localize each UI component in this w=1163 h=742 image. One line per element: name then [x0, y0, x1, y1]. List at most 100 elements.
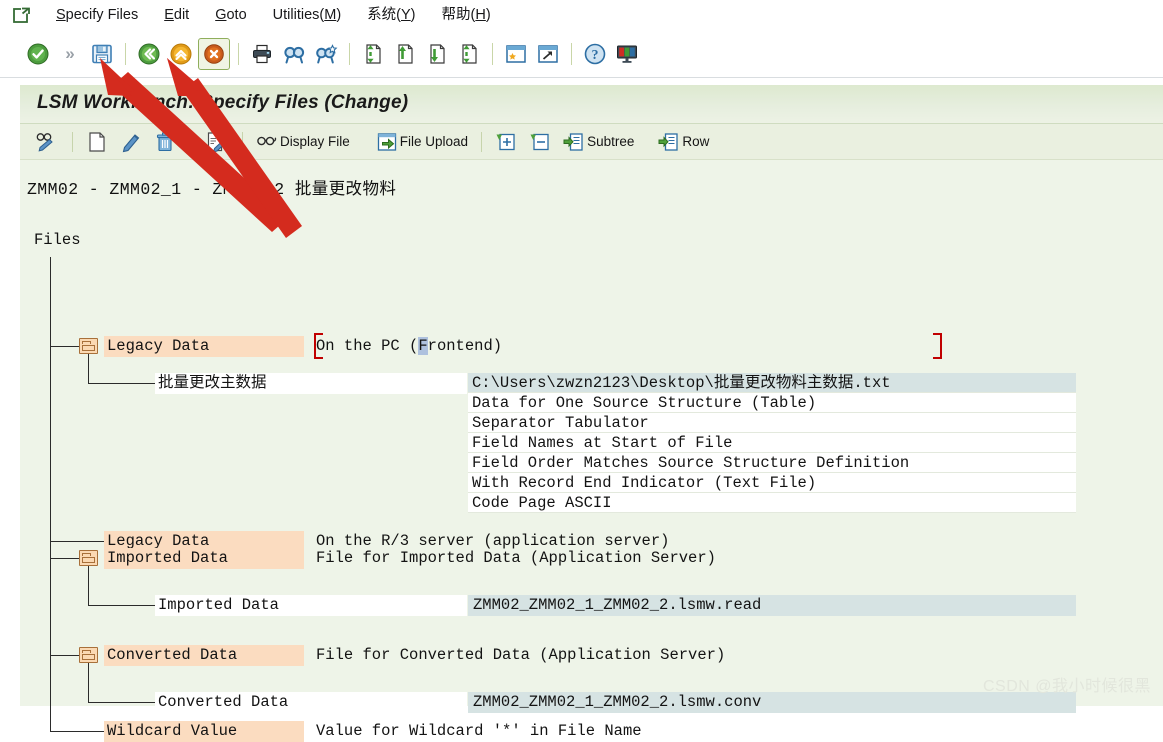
expand-all-button[interactable] — [492, 128, 522, 156]
file-upload-label: File Upload — [399, 134, 469, 149]
menu-item-goto-label: oto — [226, 7, 247, 23]
create-shortcut-icon[interactable] — [533, 39, 563, 69]
toolbar-divider — [125, 43, 126, 65]
tree-branch-line — [50, 346, 80, 347]
display-change-button[interactable] — [32, 128, 62, 156]
tree-child-line — [88, 566, 89, 606]
page-title: LSM Workbench: Specify Files (Change) — [37, 92, 409, 113]
tree-node-legacy-data-file-label[interactable]: 批量更改主数据 — [155, 373, 467, 394]
toolbar-divider — [492, 43, 493, 65]
toolbar-divider — [349, 43, 350, 65]
last-page-icon[interactable] — [454, 39, 484, 69]
desc-after-cursor: rontend) — [427, 337, 503, 355]
detail-row[interactable]: Separator Tabulator — [468, 413, 1076, 433]
expand-plus-icon — [495, 131, 517, 153]
tree-node-converted-data-label[interactable]: Converted Data — [104, 645, 304, 666]
sap-exit-icon[interactable] — [11, 5, 33, 27]
tree-branch-line — [50, 655, 80, 656]
collapse-all-button[interactable] — [526, 128, 556, 156]
detail-row-file-path[interactable]: C:\Users\zwzn2123\Desktop\批量更改物料主数据.txt — [468, 373, 1076, 393]
tree-node-legacy-data-frontend-description: On the PC (Frontend) — [316, 336, 502, 357]
menu-item-edit-label: dit — [173, 7, 190, 23]
menu-item-goto[interactable]: Goto — [202, 0, 259, 31]
create-session-icon[interactable] — [501, 39, 531, 69]
display-file-button[interactable]: Display File — [253, 128, 353, 156]
tree-node-imported-data-label[interactable]: Imported Data — [104, 548, 304, 569]
new-entry-button[interactable] — [83, 128, 113, 156]
tree-child-line — [88, 354, 89, 384]
desc-before-cursor: On the PC ( — [316, 337, 419, 355]
subtree-icon — [563, 131, 585, 153]
file-upload-button[interactable]: File Upload — [373, 128, 471, 156]
tree-child-line — [88, 605, 156, 606]
folder-icon[interactable] — [79, 550, 98, 566]
more-chevron-icon[interactable]: » — [55, 39, 85, 69]
cancel-icon[interactable] — [198, 38, 230, 70]
previous-page-icon[interactable] — [390, 39, 420, 69]
menu-item-edit[interactable]: Edit — [151, 0, 202, 31]
menu-item-system[interactable]: 系统(Y) — [354, 0, 428, 31]
print-icon[interactable] — [247, 39, 277, 69]
tree-child-line — [88, 702, 156, 703]
tree-node-converted-data-file-label[interactable]: Converted Data — [155, 692, 467, 713]
tree-node-converted-data-description: File for Converted Data (Application Ser… — [316, 646, 726, 664]
menu-item-help[interactable]: 帮助(H) — [429, 0, 504, 31]
next-page-icon[interactable] — [422, 39, 452, 69]
main-panel: LSM Workbench: Specify Files (Change) Di… — [20, 85, 1163, 742]
detail-row[interactable]: Field Order Matches Source Structure Def… — [468, 453, 1076, 473]
toolbar-divider — [571, 43, 572, 65]
tree-node-legacy-data-frontend-label[interactable]: Legacy Data — [104, 336, 304, 357]
folder-icon[interactable] — [79, 338, 98, 354]
exit-up-icon[interactable] — [166, 39, 196, 69]
upload-icon — [376, 131, 398, 153]
collapse-minus-icon — [529, 131, 551, 153]
detail-row[interactable]: Code Page ASCII — [468, 493, 1076, 513]
tree-node-wildcard-value-label[interactable]: Wildcard Value — [104, 721, 304, 742]
display-file-label: Display File — [280, 134, 350, 149]
watermark: CSDN @我小时候很黑 — [982, 678, 1151, 695]
app-toolbar-divider — [242, 131, 243, 152]
app-toolbar-divider — [191, 131, 192, 152]
imported-data-file-value[interactable]: ZMM02_ZMM02_1_ZMM02_2.lsmw.read — [468, 595, 1076, 616]
customize-layout-icon[interactable] — [612, 39, 642, 69]
edit-document-button[interactable] — [202, 128, 232, 156]
new-document-icon — [86, 131, 108, 153]
subtree-button[interactable]: Subtree — [560, 128, 637, 156]
menu-accel: S — [56, 7, 66, 23]
glasses-pencil-icon — [35, 131, 57, 153]
back-icon[interactable] — [134, 39, 164, 69]
tree-node-imported-data-file-label[interactable]: Imported Data — [155, 595, 467, 616]
row-label: Row — [682, 134, 710, 149]
content-area: ZMM02 - ZMM02_1 - ZMM02_2 批量更改物料 Files L… — [20, 160, 1163, 742]
row-button[interactable]: Row — [655, 128, 712, 156]
toolbar-divider — [238, 43, 239, 65]
detail-row[interactable]: With Record End Indicator (Text File) — [468, 473, 1076, 493]
menu-accel: G — [215, 7, 227, 23]
detail-row[interactable]: Field Names at Start of File — [468, 433, 1076, 453]
save-icon[interactable] — [87, 39, 117, 69]
change-entry-button[interactable] — [117, 128, 147, 156]
trash-icon — [154, 131, 176, 153]
tree-node-imported-data-description: File for Imported Data (Application Serv… — [316, 549, 716, 567]
help-icon[interactable]: ? — [580, 39, 610, 69]
menu-item-utilities[interactable]: Utilities(M) — [260, 0, 355, 31]
find-next-icon[interactable] — [311, 39, 341, 69]
first-page-icon[interactable] — [358, 39, 388, 69]
tree-branch-line — [50, 558, 80, 559]
glasses-icon — [256, 131, 278, 153]
svg-text:?: ? — [592, 48, 599, 63]
folder-icon[interactable] — [79, 647, 98, 663]
menu-item-specify-files[interactable]: Specify Files — [43, 0, 151, 31]
window-title-bar: LSM Workbench: Specify Files (Change) — [20, 85, 1163, 124]
breadcrumb: ZMM02 - ZMM02_1 - ZMM02_2 批量更改物料 — [27, 180, 397, 199]
row-icon — [658, 131, 680, 153]
find-icon[interactable] — [279, 39, 309, 69]
delete-entry-button[interactable] — [151, 128, 181, 156]
tree-child-line — [88, 383, 156, 384]
tree-root-label: Files — [34, 231, 81, 249]
menu-accel: E — [164, 7, 174, 23]
menu-bar: Specify Files Edit Goto Utilities(M) 系统(… — [0, 0, 1163, 32]
enter-check-icon[interactable] — [23, 39, 53, 69]
detail-row[interactable]: Data for One Source Structure (Table) — [468, 393, 1076, 413]
menu-accel: H — [475, 7, 486, 23]
